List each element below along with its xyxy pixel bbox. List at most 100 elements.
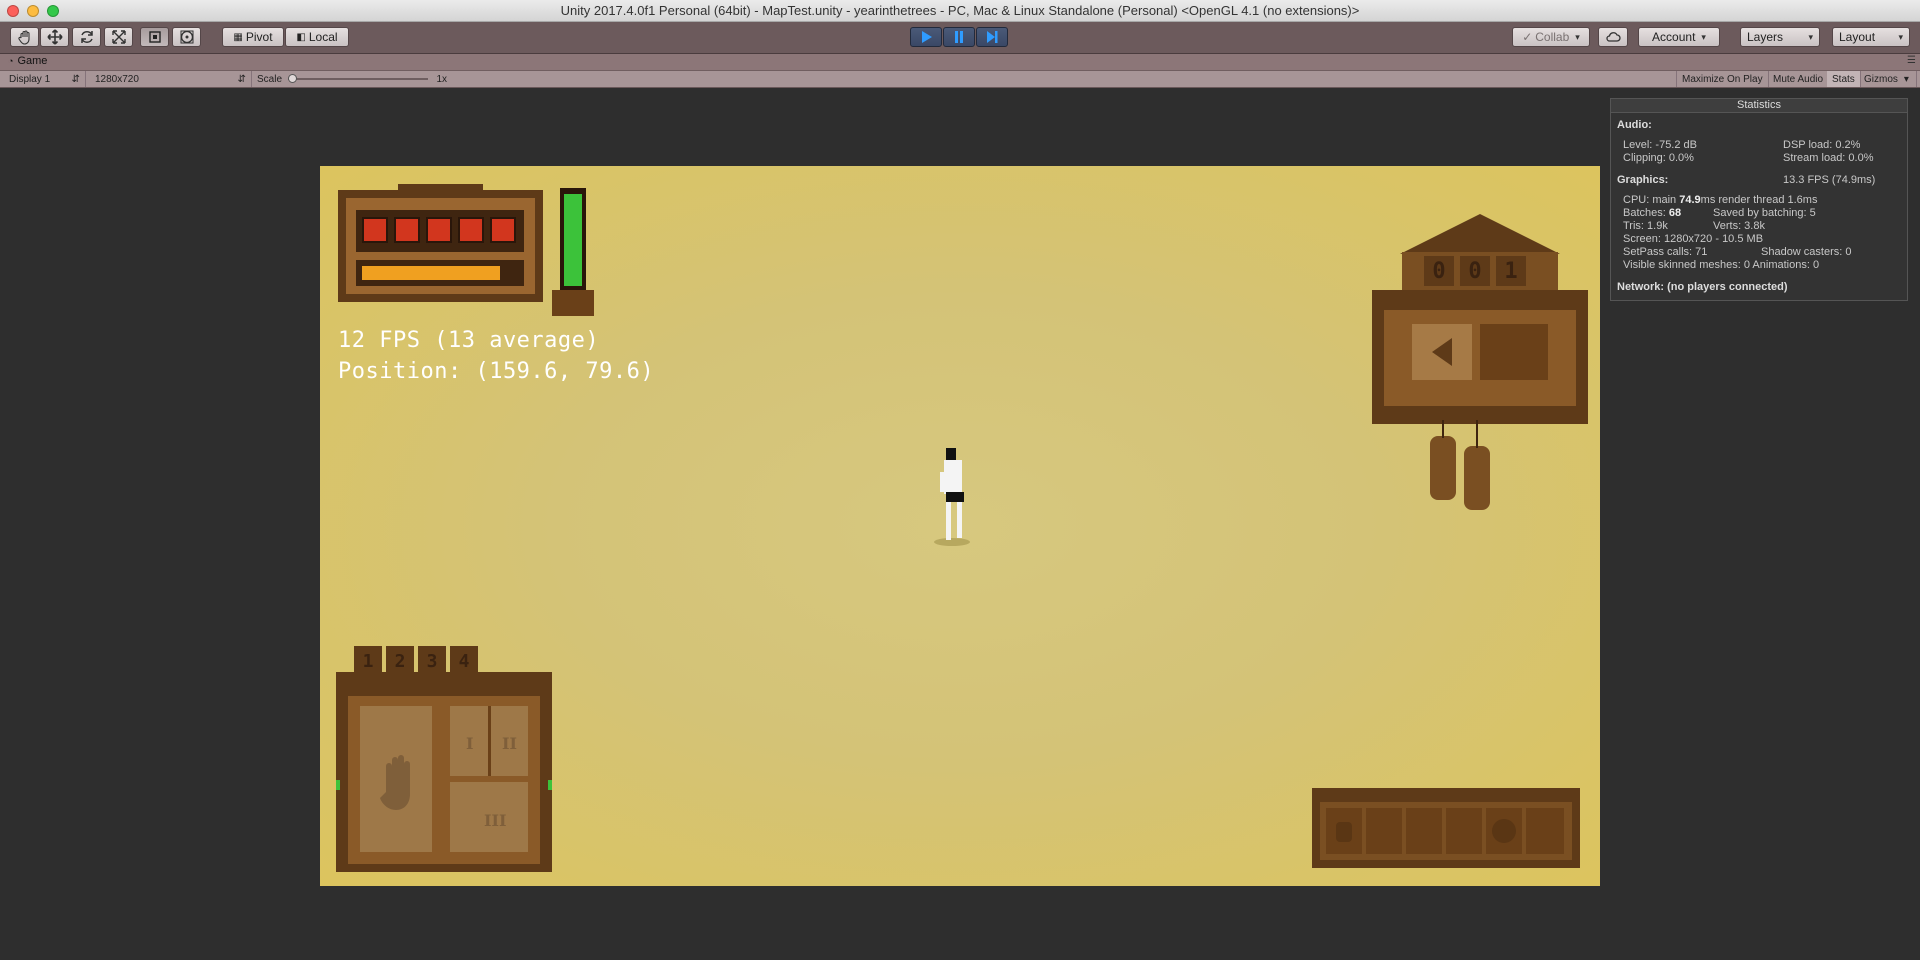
counter-digit: 0 bbox=[1460, 256, 1490, 286]
dropdown-arrow-icon: ▾ bbox=[1903, 73, 1909, 85]
scale-control: Scale 1x bbox=[252, 71, 452, 87]
rotate-icon bbox=[80, 31, 93, 43]
layout-label: Layout bbox=[1839, 30, 1876, 44]
mute-audio-toggle[interactable]: Mute Audio bbox=[1768, 71, 1830, 87]
move-arrows-icon bbox=[46, 29, 63, 45]
audio-heading: Audio: bbox=[1617, 119, 1652, 131]
play-icon bbox=[922, 31, 932, 43]
bag-icon bbox=[1336, 822, 1352, 842]
shadow-casters-stat: Shadow casters: 0 bbox=[1761, 246, 1852, 258]
move-tool-button[interactable] bbox=[40, 27, 69, 47]
scale-slider-track[interactable] bbox=[288, 74, 429, 83]
gizmos-label: Gizmos bbox=[1864, 73, 1898, 85]
stamina-bar-fill bbox=[362, 266, 500, 280]
local-label: Local bbox=[308, 30, 338, 44]
display-dropdown[interactable]: Display 1 ⇵ bbox=[4, 71, 86, 87]
ball-icon bbox=[1492, 819, 1516, 843]
roman-numeral-one: I bbox=[466, 734, 474, 753]
transform-tool-button[interactable] bbox=[172, 27, 201, 47]
layers-dropdown[interactable]: Layers bbox=[1740, 27, 1820, 47]
scale-label: Scale bbox=[257, 73, 283, 85]
game-tab-bar: ◔ Game ☰ bbox=[0, 54, 1920, 71]
collab-dropdown[interactable]: ✓ Collab bbox=[1512, 27, 1590, 47]
rotate-tool-button[interactable] bbox=[72, 27, 101, 47]
maximize-on-play-toggle[interactable]: Maximize On Play bbox=[1676, 71, 1769, 87]
rect-tool-button[interactable] bbox=[140, 27, 169, 47]
check-icon: ✓ bbox=[1522, 30, 1533, 44]
step-button[interactable] bbox=[976, 27, 1008, 47]
setpass-stat: SetPass calls: 71 bbox=[1623, 246, 1708, 258]
rect-transform-icon bbox=[148, 31, 161, 43]
cuckoo-clock: 0 0 1 bbox=[1372, 214, 1588, 524]
graphics-fps: 13.3 FPS (74.9ms) bbox=[1783, 174, 1876, 186]
dsp-load: DSP load: 0.2% bbox=[1783, 139, 1861, 151]
local-cube-icon: ◧ bbox=[296, 31, 306, 43]
pivot-icon: ▦ bbox=[233, 31, 243, 43]
roman-numeral-two: II bbox=[502, 734, 517, 753]
verts-stat: Verts: 3.8k bbox=[1713, 220, 1765, 232]
scale-tool-button[interactable] bbox=[104, 27, 133, 47]
account-label: Account bbox=[1652, 30, 1696, 44]
scale-value: 1x bbox=[436, 73, 447, 85]
game-tab-label: Game bbox=[17, 55, 48, 67]
fps-readout: 12 FPS (13 average) bbox=[338, 328, 600, 353]
audio-clipping: Clipping: 0.0% bbox=[1623, 152, 1694, 164]
health-energy-hud bbox=[338, 184, 594, 316]
transform-gizmo-icon bbox=[180, 30, 193, 44]
pivot-label: Pivot bbox=[245, 30, 273, 44]
main-toolbar: ▦ Pivot ◧ Local ✓ Collab Account Layers … bbox=[0, 22, 1920, 54]
pause-button[interactable] bbox=[943, 27, 975, 47]
action-bar bbox=[1312, 788, 1580, 868]
position-readout: Position: (159.6, 79.6) bbox=[338, 359, 655, 384]
pacman-game-icon: ◔ bbox=[8, 56, 14, 66]
title-bar: Unity 2017.4.0f1 Personal (64bit) - MapT… bbox=[0, 0, 1920, 22]
mute-label: Mute Audio bbox=[1773, 73, 1824, 85]
counter-digit: 0 bbox=[1424, 256, 1454, 286]
inventory-panel: 1 2 3 4 I II III bbox=[336, 646, 556, 876]
stream-load: Stream load: 0.0% bbox=[1783, 152, 1874, 164]
cloud-icon bbox=[1606, 32, 1621, 42]
pivot-toggle-button[interactable]: ▦ Pivot bbox=[222, 27, 284, 47]
collab-label: Collab bbox=[1535, 30, 1570, 44]
stats-label: Stats bbox=[1832, 73, 1855, 85]
display-label: Display 1 bbox=[9, 73, 51, 85]
game-viewport[interactable]: 12 FPS (13 average) Position: (159.6, 79… bbox=[320, 166, 1600, 886]
statistics-title: Statistics bbox=[1611, 99, 1907, 113]
tab-menu-icon[interactable]: ☰ bbox=[1907, 55, 1916, 66]
local-toggle-button[interactable]: ◧ Local bbox=[285, 27, 349, 47]
resolution-label: 1280x720 bbox=[95, 73, 139, 85]
resolution-dropdown[interactable]: 1280x720 ⇵ bbox=[90, 71, 252, 87]
audio-level: Level: -75.2 dB bbox=[1623, 139, 1697, 151]
game-tab[interactable]: ◔ Game bbox=[8, 55, 47, 67]
updown-icon: ⇵ bbox=[237, 73, 246, 85]
window-title: Unity 2017.4.0f1 Personal (64bit) - MapT… bbox=[560, 3, 1360, 18]
stats-toggle[interactable]: Stats bbox=[1827, 71, 1861, 87]
health-gems bbox=[362, 217, 516, 243]
tris-stat: Tris: 1.9k bbox=[1623, 220, 1668, 232]
batches-stat: Batches: 68 bbox=[1623, 207, 1682, 219]
pause-icon bbox=[955, 31, 963, 43]
saved-batching-stat: Saved by batching: 5 bbox=[1713, 207, 1816, 219]
hand-icon bbox=[17, 30, 30, 45]
scale-slider-thumb[interactable] bbox=[288, 74, 298, 83]
cloud-button[interactable] bbox=[1598, 27, 1628, 47]
game-view-toolbar: Display 1 ⇵ 1280x720 ⇵ Scale 1x Maximize O… bbox=[0, 71, 1920, 88]
green-vial bbox=[552, 188, 594, 316]
skinned-meshes-stat: Visible skinned meshes: 0 Animations: 0 bbox=[1623, 259, 1820, 271]
player-character[interactable] bbox=[930, 448, 970, 548]
play-button[interactable] bbox=[910, 27, 942, 47]
day-counter: 0 0 1 bbox=[1424, 256, 1526, 286]
hand-tool-button[interactable] bbox=[10, 27, 39, 47]
maximize-label: Maximize On Play bbox=[1682, 73, 1763, 85]
updown-icon: ⇵ bbox=[71, 73, 80, 85]
gizmos-dropdown[interactable]: Gizmos ▾ bbox=[1859, 71, 1917, 87]
account-dropdown[interactable]: Account bbox=[1638, 27, 1720, 47]
screen-stat: Screen: 1280x720 - 10.5 MB bbox=[1623, 233, 1764, 245]
layout-dropdown[interactable]: Layout bbox=[1832, 27, 1910, 47]
network-stat: Network: (no players connected) bbox=[1617, 281, 1788, 293]
graphics-heading: Graphics: bbox=[1617, 174, 1669, 186]
statistics-panel: Statistics Audio: Level: -75.2 dB DSP lo… bbox=[1610, 98, 1908, 301]
cpu-stats: CPU: main 74.9ms render thread 1.6ms bbox=[1623, 194, 1818, 206]
roman-numeral-three: III bbox=[484, 811, 507, 830]
step-icon bbox=[987, 31, 998, 43]
